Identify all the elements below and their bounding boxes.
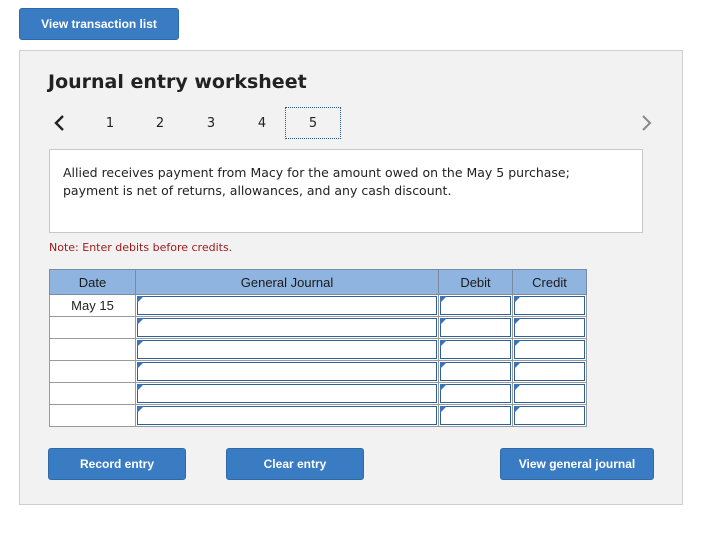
- page-tab-3[interactable]: 3: [201, 107, 221, 139]
- triangle-marker-icon: [440, 318, 447, 325]
- triangle-marker-icon: [440, 340, 447, 347]
- credit-input[interactable]: [514, 296, 585, 315]
- date-cell[interactable]: [49, 360, 136, 383]
- credit-cell[interactable]: [512, 404, 587, 427]
- clear-entry-button[interactable]: Clear entry: [226, 448, 364, 480]
- journal-table: Date General Journal Debit Credit May 15: [49, 269, 587, 427]
- account-input[interactable]: [137, 406, 437, 425]
- credit-cell[interactable]: [512, 360, 587, 383]
- credit-cell[interactable]: [512, 294, 587, 317]
- page-tab-4[interactable]: 4: [252, 107, 272, 139]
- date-cell[interactable]: [49, 404, 136, 427]
- page-tab-1[interactable]: 1: [100, 107, 120, 139]
- account-cell[interactable]: [135, 338, 439, 361]
- date-cell[interactable]: [49, 316, 136, 339]
- table-row: [49, 360, 587, 383]
- account-cell[interactable]: [135, 382, 439, 405]
- table-row: [49, 404, 587, 427]
- credit-input[interactable]: [514, 406, 585, 425]
- triangle-marker-icon: [514, 406, 521, 413]
- account-input[interactable]: [137, 318, 437, 337]
- date-cell[interactable]: [49, 338, 136, 361]
- chevron-right-icon[interactable]: [636, 113, 656, 133]
- header-date: Date: [49, 269, 136, 295]
- credit-input[interactable]: [514, 318, 585, 337]
- account-input[interactable]: [137, 340, 437, 359]
- triangle-marker-icon: [440, 406, 447, 413]
- triangle-marker-icon: [440, 296, 447, 303]
- pager: 1 2 3 4 5: [20, 107, 682, 139]
- chevron-left-icon[interactable]: [50, 113, 70, 133]
- triangle-marker-icon: [514, 384, 521, 391]
- triangle-marker-icon: [137, 362, 144, 369]
- credit-cell[interactable]: [512, 338, 587, 361]
- debit-input[interactable]: [440, 340, 511, 359]
- date-cell[interactable]: [49, 382, 136, 405]
- account-cell[interactable]: [135, 404, 439, 427]
- page-title: Journal entry worksheet: [48, 71, 307, 93]
- debit-input[interactable]: [440, 318, 511, 337]
- account-cell[interactable]: [135, 294, 439, 317]
- triangle-marker-icon: [137, 406, 144, 413]
- page-tab-2[interactable]: 2: [150, 107, 170, 139]
- triangle-marker-icon: [137, 340, 144, 347]
- page-tab-5[interactable]: 5: [285, 107, 341, 139]
- account-input[interactable]: [137, 362, 437, 381]
- triangle-marker-icon: [137, 296, 144, 303]
- table-row: May 15: [49, 294, 587, 317]
- header-credit: Credit: [512, 269, 587, 295]
- triangle-marker-icon: [514, 296, 521, 303]
- account-cell[interactable]: [135, 360, 439, 383]
- account-input[interactable]: [137, 296, 437, 315]
- debit-cell[interactable]: [438, 294, 513, 317]
- credit-cell[interactable]: [512, 316, 587, 339]
- debit-cell[interactable]: [438, 316, 513, 339]
- date-cell: May 15: [49, 294, 136, 317]
- triangle-marker-icon: [137, 318, 144, 325]
- record-entry-button[interactable]: Record entry: [48, 448, 186, 480]
- account-cell[interactable]: [135, 316, 439, 339]
- worksheet-panel: Journal entry worksheet 1 2 3 4 5 Allied…: [19, 50, 683, 505]
- triangle-marker-icon: [440, 362, 447, 369]
- header-general-journal: General Journal: [135, 269, 439, 295]
- debit-cell[interactable]: [438, 404, 513, 427]
- transaction-description: Allied receives payment from Macy for th…: [49, 149, 643, 233]
- note-text: Note: Enter debits before credits.: [49, 241, 233, 254]
- debit-input[interactable]: [440, 406, 511, 425]
- table-row: [49, 338, 587, 361]
- triangle-marker-icon: [514, 340, 521, 347]
- view-general-journal-button[interactable]: View general journal: [500, 448, 654, 480]
- credit-input[interactable]: [514, 362, 585, 381]
- debit-cell[interactable]: [438, 360, 513, 383]
- credit-cell[interactable]: [512, 382, 587, 405]
- triangle-marker-icon: [440, 384, 447, 391]
- credit-input[interactable]: [514, 340, 585, 359]
- table-row: [49, 382, 587, 405]
- credit-input[interactable]: [514, 384, 585, 403]
- debit-cell[interactable]: [438, 382, 513, 405]
- debit-input[interactable]: [440, 384, 511, 403]
- debit-input[interactable]: [440, 296, 511, 315]
- header-debit: Debit: [438, 269, 513, 295]
- triangle-marker-icon: [514, 362, 521, 369]
- account-input[interactable]: [137, 384, 437, 403]
- triangle-marker-icon: [514, 318, 521, 325]
- debit-input[interactable]: [440, 362, 511, 381]
- view-transaction-list-button[interactable]: View transaction list: [19, 8, 179, 40]
- debit-cell[interactable]: [438, 338, 513, 361]
- triangle-marker-icon: [137, 384, 144, 391]
- table-row: [49, 316, 587, 339]
